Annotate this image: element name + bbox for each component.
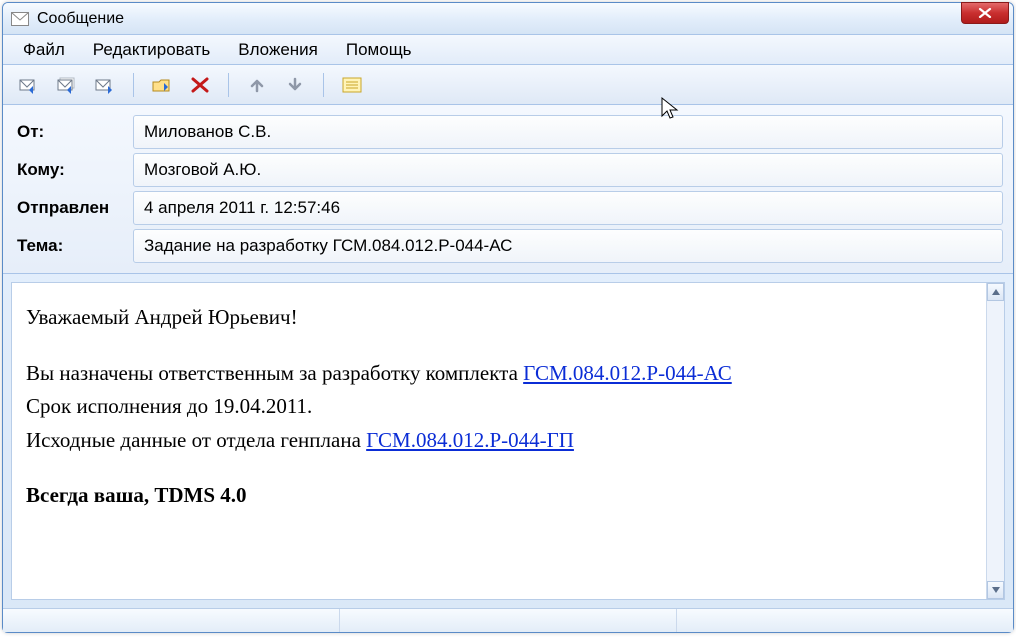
body-line1: Вы назначены ответственным за разработку… [26,357,972,391]
body-greeting: Уважаемый Андрей Юрьевич! [26,301,972,335]
menu-help[interactable]: Помощь [332,36,426,64]
scroll-up-button[interactable] [987,283,1004,301]
from-value: Милованов С.В. [133,115,1003,149]
body-line3: Исходные данные от отдела генплана ГСМ.0… [26,424,972,458]
toolbar-separator [228,73,229,97]
next-button[interactable] [279,70,311,100]
delete-button[interactable] [184,70,216,100]
message-body-area: Уважаемый Андрей Юрьевич! Вы назначены о… [11,282,1005,600]
body-line2: Срок исполнения до 19.04.2011. [26,390,972,424]
to-value: Мозговой А.Ю. [133,153,1003,187]
scroll-track[interactable] [987,301,1004,581]
header-sent-row: Отправлен 4 апреля 2011 г. 12:57:46 [13,191,1003,225]
statusbar [3,608,1013,632]
properties-button[interactable] [336,70,368,100]
toolbar-separator [323,73,324,97]
header-from-row: От: Милованов С.В. [13,115,1003,149]
message-body: Уважаемый Андрей Юрьевич! Вы назначены о… [12,283,986,599]
status-cell [677,609,1013,632]
body-line1-prefix: Вы назначены ответственным за разработку… [26,361,523,385]
header-to-row: Кому: Мозговой А.Ю. [13,153,1003,187]
sent-label: Отправлен [13,198,133,218]
previous-button[interactable] [241,70,273,100]
message-window: Сообщение Файл Редактировать Вложения По… [2,2,1014,633]
menubar: Файл Редактировать Вложения Помощь [3,35,1013,65]
close-button[interactable] [961,2,1009,24]
forward-button[interactable] [89,70,121,100]
move-folder-button[interactable] [146,70,178,100]
subject-value: Задание на разработку ГСМ.084.012.Р-044-… [133,229,1003,263]
from-label: От: [13,122,133,142]
window-title: Сообщение [37,10,961,28]
status-cell [340,609,677,632]
scroll-down-button[interactable] [987,581,1004,599]
reply-all-button[interactable] [51,70,83,100]
envelope-icon [11,12,29,26]
body-line3-prefix: Исходные данные от отдела генплана [26,428,366,452]
toolbar-separator [133,73,134,97]
menu-attachments[interactable]: Вложения [224,36,332,64]
body-link-1[interactable]: ГСМ.084.012.Р-044-АС [523,361,732,385]
body-link-2[interactable]: ГСМ.084.012.Р-044-ГП [366,428,574,452]
toolbar [3,65,1013,105]
header-subject-row: Тема: Задание на разработку ГСМ.084.012.… [13,229,1003,263]
menu-edit[interactable]: Редактировать [79,36,224,64]
vertical-scrollbar[interactable] [986,283,1004,599]
menu-file[interactable]: Файл [9,36,79,64]
to-label: Кому: [13,160,133,180]
status-cell [3,609,340,632]
body-signature: Всегда ваша, TDMS 4.0 [26,479,972,513]
message-headers: От: Милованов С.В. Кому: Мозговой А.Ю. О… [3,105,1013,274]
reply-button[interactable] [13,70,45,100]
titlebar: Сообщение [3,3,1013,35]
subject-label: Тема: [13,236,133,256]
sent-value: 4 апреля 2011 г. 12:57:46 [133,191,1003,225]
